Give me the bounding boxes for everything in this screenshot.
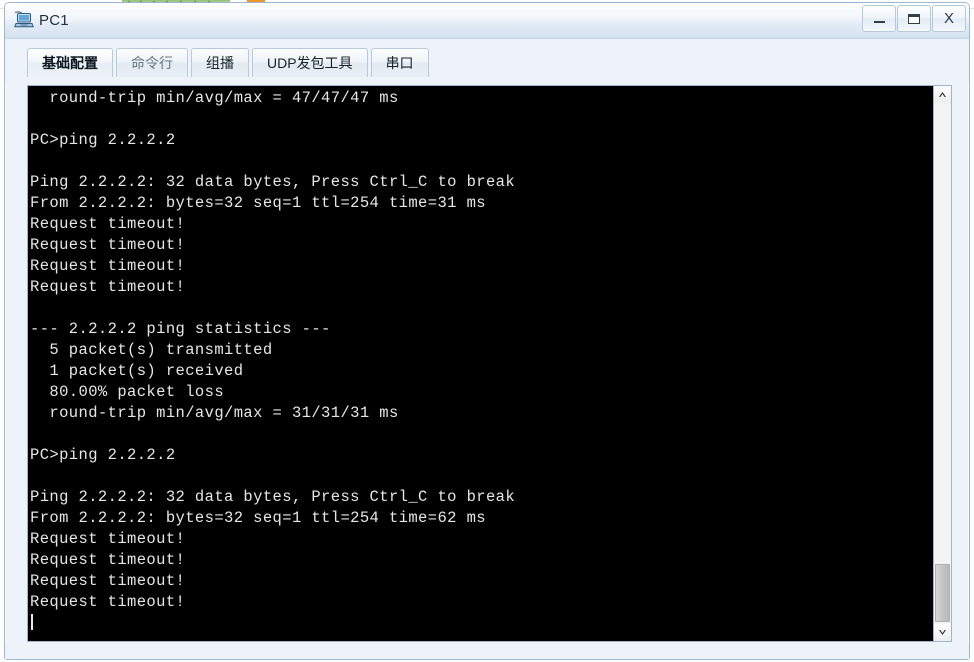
window-bottom-padding [5, 643, 969, 659]
console-line: From 2.2.2.2: bytes=32 seq=1 ttl=254 tim… [30, 509, 486, 527]
tab-udp-sender[interactable]: UDP发包工具 [252, 48, 368, 77]
console-line: Request timeout! [30, 215, 186, 233]
computer-icon [14, 11, 34, 30]
minimize-button[interactable] [862, 5, 896, 32]
maximize-icon [908, 13, 920, 24]
tab-command-line[interactable]: 命令行 [116, 48, 188, 77]
tab-label: 命令行 [131, 55, 173, 71]
scrollbar-track[interactable] [934, 103, 951, 624]
text-caret [31, 614, 33, 630]
close-button[interactable]: X [932, 5, 966, 32]
console-line: PC>ping 2.2.2.2 [30, 446, 176, 464]
console-line: Request timeout! [30, 530, 186, 548]
pc1-window: PC1 X 基础配置 命令行 组播 UDP发包工具 串口 round-trip … [4, 2, 970, 660]
console-line: Request timeout! [30, 572, 186, 590]
tab-label: 组播 [206, 55, 234, 71]
console-line: round-trip min/avg/max = 47/47/47 ms [30, 89, 399, 107]
chevron-up-icon [939, 92, 946, 97]
window-controls: X [861, 5, 966, 32]
console-caret-line [30, 613, 933, 634]
console-line: Ping 2.2.2.2: 32 data bytes, Press Ctrl_… [30, 173, 516, 191]
scroll-up-button[interactable] [934, 86, 951, 103]
console-line: Request timeout! [30, 257, 186, 275]
console-line: Request timeout! [30, 593, 186, 611]
close-icon: X [943, 10, 954, 27]
tab-label: 基础配置 [42, 55, 98, 71]
console-line: Request timeout! [30, 551, 186, 569]
console-line: From 2.2.2.2: bytes=32 seq=1 ttl=254 tim… [30, 194, 486, 212]
console-output[interactable]: round-trip min/avg/max = 47/47/47 ms PC>… [28, 86, 933, 641]
tab-strip: 基础配置 命令行 组播 UDP发包工具 串口 [5, 39, 969, 83]
scrollbar-thumb[interactable] [935, 564, 950, 622]
tab-serial-port[interactable]: 串口 [370, 48, 429, 77]
tab-label: UDP发包工具 [267, 55, 353, 71]
console-panel: round-trip min/avg/max = 47/47/47 ms PC>… [27, 85, 952, 642]
console-line: 1 packet(s) received [30, 362, 244, 380]
console-line: Ping 2.2.2.2: 32 data bytes, Press Ctrl_… [30, 488, 516, 506]
console-scrollbar[interactable] [933, 86, 951, 641]
console-line: 5 packet(s) transmitted [30, 341, 273, 359]
maximize-button[interactable] [897, 5, 931, 32]
window-title-bar[interactable]: PC1 X [5, 3, 969, 39]
console-line: round-trip min/avg/max = 31/31/31 ms [30, 404, 399, 422]
tab-multicast[interactable]: 组播 [191, 48, 249, 77]
window-title: PC1 [39, 12, 69, 29]
tab-basic-config[interactable]: 基础配置 [27, 48, 113, 77]
console-line: Request timeout! [30, 236, 186, 254]
console-line: PC>ping 2.2.2.2 [30, 131, 176, 149]
chevron-down-icon [939, 630, 946, 635]
tab-label: 串口 [385, 55, 414, 71]
console-line: 80.00% packet loss [30, 383, 225, 401]
minimize-icon [873, 21, 885, 23]
console-line: Request timeout! [30, 278, 186, 296]
console-line: --- 2.2.2.2 ping statistics --- [30, 320, 331, 338]
scroll-down-button[interactable] [934, 624, 951, 641]
